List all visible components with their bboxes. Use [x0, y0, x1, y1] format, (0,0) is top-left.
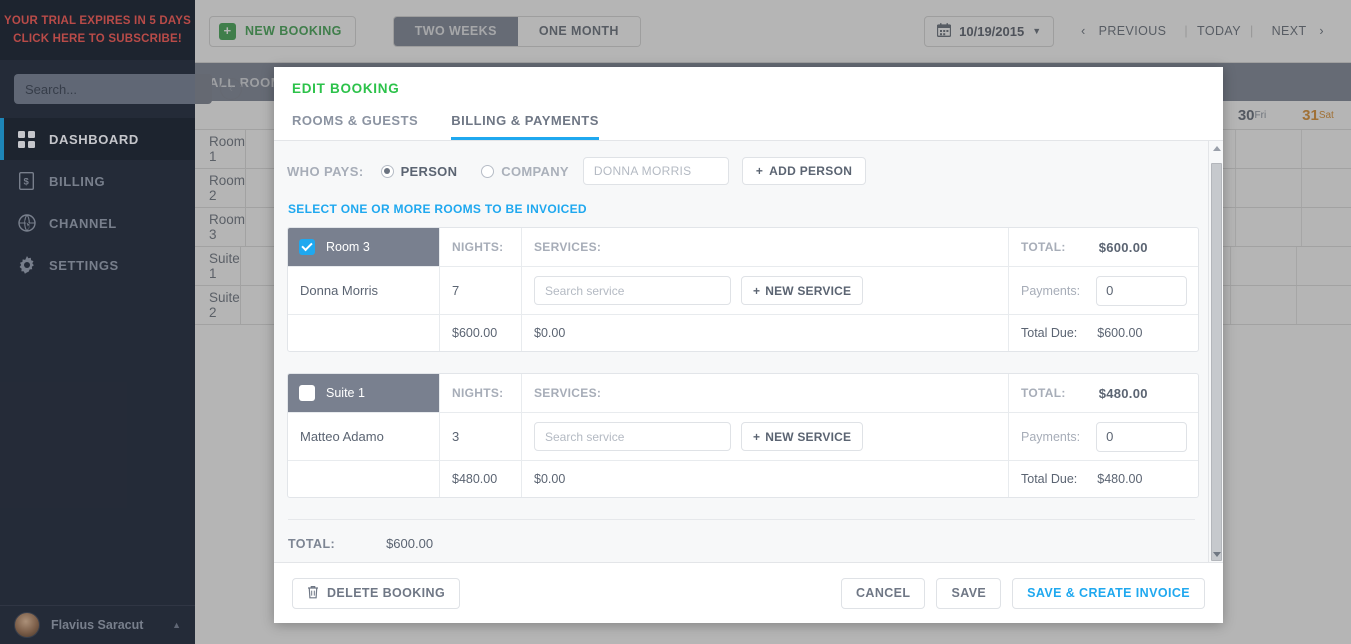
person-name-input[interactable]	[582, 157, 729, 185]
save-button[interactable]: SAVE	[936, 577, 1002, 609]
services-cell: + NEW SERVICE	[521, 413, 1008, 460]
modal-scrollbar[interactable]	[1208, 141, 1223, 562]
tab-rooms-guests[interactable]: ROOMS & GUESTS	[292, 113, 418, 140]
modal-body: WHO PAYS: PERSON COMPANY + ADD PERSON	[274, 141, 1223, 563]
payments-cell: Payments:	[1008, 413, 1198, 460]
modal-tabs: ROOMS & GUESTS BILLING & PAYMENTS	[292, 113, 1205, 140]
nights-header: NIGHTS:	[439, 228, 521, 266]
radio-person-icon	[380, 164, 394, 178]
services-header: SERVICES:	[521, 374, 1008, 412]
who-pays-row: WHO PAYS: PERSON COMPANY + ADD PERSON	[287, 157, 1199, 185]
total-header-cell: TOTAL: $600.00	[1008, 228, 1198, 266]
invoice-room-tables: Room 3 NIGHTS: SERVICES: TOTAL: $600.00 Donna…	[287, 227, 1199, 498]
total-header-cell: TOTAL: $480.00	[1008, 374, 1198, 412]
table-guest-row: Matteo Adamo 3 + NEW SERVICE Payments:	[288, 412, 1198, 460]
grand-total-label: TOTAL:	[288, 536, 336, 551]
table-totals-row: $480.00 $0.00 Total Due: $480.00	[288, 460, 1198, 497]
modal-header: EDIT BOOKING ROOMS & GUESTS BILLING & PA…	[274, 67, 1223, 140]
plus-icon: +	[753, 283, 761, 298]
plus-icon: +	[755, 164, 764, 178]
radio-company-icon	[481, 164, 495, 178]
scroll-down-icon[interactable]	[1209, 547, 1223, 562]
table-totals-row: $600.00 $0.00 Total Due: $600.00	[288, 314, 1198, 351]
payments-label: Payments:	[1021, 429, 1081, 444]
services-header: SERVICES:	[521, 228, 1008, 266]
total-label: TOTAL:	[1021, 240, 1066, 254]
invoice-room-table: Room 3 NIGHTS: SERVICES: TOTAL: $600.00 Donna…	[287, 227, 1199, 352]
scroll-up-icon[interactable]	[1209, 141, 1223, 156]
services-amount: $0.00	[521, 315, 1008, 351]
footer-actions: CANCEL SAVE SAVE & CREATE INVOICE	[840, 577, 1205, 609]
select-rooms-hint: SELECT ONE OR MORE ROOMS TO BE INVOICED	[288, 202, 587, 216]
plus-icon: +	[753, 429, 761, 444]
new-service-label: NEW SERVICE	[765, 283, 852, 298]
payments-cell: Payments:	[1008, 267, 1198, 314]
app-root: + NEW BOOKING TWO WEEKS ONE MONTH 10/19/…	[0, 0, 1351, 644]
total-due-cell: Total Due: $480.00	[1008, 461, 1198, 497]
total-due-cell: Total Due: $600.00	[1008, 315, 1198, 351]
guest-name: Donna Morris	[300, 283, 379, 298]
tab-billing-payments[interactable]: BILLING & PAYMENTS	[451, 113, 599, 140]
cancel-button[interactable]: CANCEL	[840, 577, 926, 609]
radio-person[interactable]: PERSON	[380, 163, 458, 179]
room-select-cell[interactable]: Room 3	[288, 228, 439, 266]
nights-count: 3	[439, 413, 521, 460]
search-service-input[interactable]	[534, 422, 731, 451]
invoice-room-table: Suite 1 NIGHTS: SERVICES: TOTAL: $480.00 Matt…	[287, 373, 1199, 498]
save-create-invoice-button[interactable]: SAVE & CREATE INVOICE	[1012, 577, 1205, 609]
table-header-row: Room 3 NIGHTS: SERVICES: TOTAL: $600.00	[288, 228, 1198, 266]
room-checkbox[interactable]	[299, 239, 315, 255]
totals-spacer	[288, 461, 439, 497]
total-due-value: $600.00	[1097, 326, 1143, 340]
services-cell: + NEW SERVICE	[521, 267, 1008, 314]
nights-count: 7	[439, 267, 521, 314]
room-select-cell[interactable]: Suite 1	[288, 374, 439, 412]
radio-company[interactable]: COMPANY	[481, 164, 569, 179]
search-service-input[interactable]	[534, 276, 731, 305]
room-checkbox[interactable]	[299, 385, 315, 401]
add-person-button[interactable]: + ADD PERSON	[741, 157, 867, 185]
payments-label: Payments:	[1021, 283, 1081, 298]
who-pays-label: WHO PAYS:	[287, 163, 364, 179]
totals-spacer	[288, 315, 439, 351]
payments-input[interactable]	[1096, 421, 1188, 452]
grand-total-row: TOTAL: $600.00	[287, 520, 1199, 562]
radio-person-label: PERSON	[400, 163, 458, 179]
room-name: Room 3	[326, 240, 370, 254]
edit-booking-modal: EDIT BOOKING ROOMS & GUESTS BILLING & PA…	[274, 67, 1223, 623]
overlay-sidebar-dim	[0, 0, 195, 644]
nights-header: NIGHTS:	[439, 374, 521, 412]
total-due-label: Total Due:	[1021, 326, 1078, 340]
delete-booking-button[interactable]: DELETE BOOKING	[292, 577, 461, 609]
nights-amount: $600.00	[439, 315, 521, 351]
payments-input[interactable]	[1096, 275, 1188, 306]
radio-company-label: COMPANY	[501, 163, 569, 179]
total-due-label: Total Due:	[1021, 472, 1078, 486]
add-person-label: ADD PERSON	[769, 164, 853, 178]
total-label: TOTAL:	[1021, 386, 1066, 400]
new-service-label: NEW SERVICE	[765, 429, 852, 444]
new-service-button[interactable]: + NEW SERVICE	[741, 422, 864, 451]
modal-footer: DELETE BOOKING CANCEL SAVE SAVE & CREATE…	[274, 563, 1223, 623]
table-guest-row: Donna Morris 7 + NEW SERVICE Payments:	[288, 266, 1198, 314]
modal-title: EDIT BOOKING	[292, 81, 400, 96]
total-value: $480.00	[1098, 385, 1148, 401]
new-service-button[interactable]: + NEW SERVICE	[741, 276, 864, 305]
total-value: $600.00	[1098, 239, 1148, 255]
scrollbar-thumb[interactable]	[1211, 163, 1222, 561]
trash-icon	[307, 585, 319, 602]
services-amount: $0.00	[521, 461, 1008, 497]
delete-booking-label: DELETE BOOKING	[327, 586, 446, 600]
total-due-value: $480.00	[1097, 472, 1143, 486]
room-name: Suite 1	[326, 386, 365, 400]
table-header-row: Suite 1 NIGHTS: SERVICES: TOTAL: $480.00	[288, 374, 1198, 412]
grand-total-value: $600.00	[386, 536, 434, 551]
guest-name: Matteo Adamo	[300, 429, 384, 444]
modal-body-inner: WHO PAYS: PERSON COMPANY + ADD PERSON	[274, 141, 1223, 562]
nights-amount: $480.00	[439, 461, 521, 497]
